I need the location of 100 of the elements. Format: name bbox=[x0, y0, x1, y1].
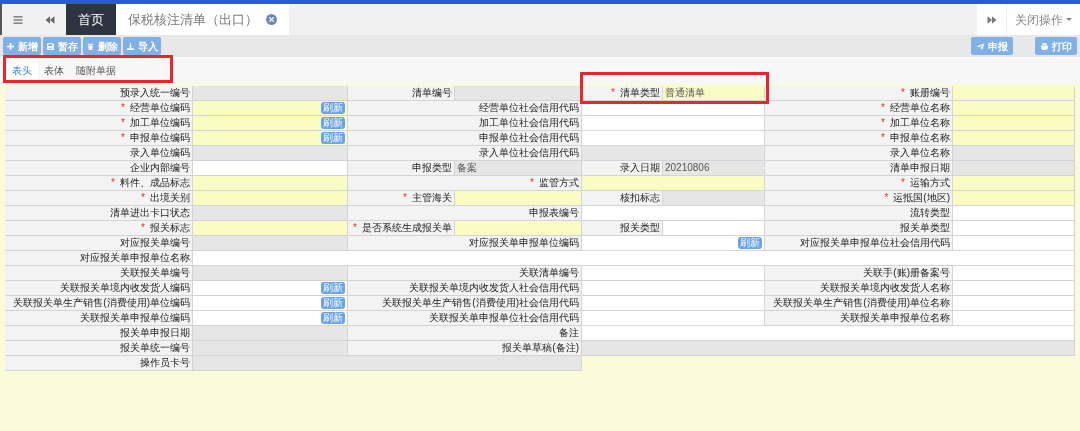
tab[interactable]: 首页 bbox=[66, 4, 116, 35]
toolbar-button[interactable]: 申报 bbox=[971, 37, 1013, 55]
toolbar-button[interactable]: 导入 bbox=[123, 37, 161, 55]
input-field[interactable] bbox=[953, 206, 1075, 221]
refresh-button[interactable]: 刷新 bbox=[321, 102, 345, 114]
input-field[interactable] bbox=[582, 326, 1075, 341]
input-field[interactable]: 刷新 bbox=[193, 101, 348, 116]
input-field[interactable] bbox=[582, 311, 765, 326]
input-field[interactable]: 20210806 bbox=[663, 161, 765, 176]
toolbar-button[interactable]: 新增 bbox=[3, 37, 41, 55]
refresh-button[interactable]: 刷新 bbox=[321, 312, 345, 324]
input-field[interactable] bbox=[663, 191, 765, 206]
tab[interactable]: 保税核注清单（出口） bbox=[116, 4, 289, 35]
field-label: 录入单位社会信用代码 bbox=[479, 148, 579, 158]
input-field[interactable] bbox=[193, 176, 348, 191]
input-field[interactable] bbox=[193, 251, 1075, 266]
field-label: 主管海关 bbox=[412, 193, 452, 203]
toolbar-button[interactable]: 暂存 bbox=[43, 37, 81, 55]
input-field[interactable] bbox=[582, 341, 1075, 356]
field-label: 关联报关单申报单位名称 bbox=[840, 313, 950, 323]
tab[interactable]: 表头 bbox=[6, 59, 38, 82]
input-field[interactable]: 备案 bbox=[455, 161, 582, 176]
input-field[interactable] bbox=[455, 221, 582, 236]
input-field[interactable] bbox=[953, 266, 1075, 281]
required-mark: * bbox=[403, 193, 407, 203]
tab[interactable]: 表体 bbox=[38, 59, 70, 82]
field-label: 监管方式 bbox=[539, 178, 579, 188]
input-field[interactable] bbox=[193, 206, 348, 221]
input-field[interactable]: 刷新 bbox=[582, 236, 765, 251]
toolbar-button[interactable]: 打印 bbox=[1035, 37, 1077, 55]
input-field[interactable] bbox=[953, 191, 1075, 206]
input-field[interactable] bbox=[582, 266, 765, 281]
field-label: 录入单位编码 bbox=[130, 148, 190, 158]
input-field[interactable] bbox=[953, 221, 1075, 236]
input-field[interactable] bbox=[582, 176, 765, 191]
field-label: 报关单统一编号 bbox=[120, 343, 190, 353]
input-field[interactable] bbox=[455, 86, 582, 101]
input-field[interactable] bbox=[953, 176, 1075, 191]
input-field[interactable] bbox=[663, 221, 765, 236]
required-mark: * bbox=[530, 178, 534, 188]
input-field[interactable] bbox=[193, 266, 348, 281]
input-field[interactable] bbox=[953, 116, 1075, 131]
input-field[interactable] bbox=[582, 146, 765, 161]
trash-icon bbox=[86, 41, 95, 51]
input-field[interactable] bbox=[582, 116, 765, 131]
input-field[interactable] bbox=[582, 206, 765, 221]
refresh-button[interactable]: 刷新 bbox=[738, 237, 762, 249]
field-label: 运抵国(地区) bbox=[893, 193, 950, 203]
input-field[interactable]: 刷新 bbox=[193, 281, 348, 296]
input-field[interactable]: 刷新 bbox=[193, 296, 348, 311]
field-label: 申报单位名称 bbox=[890, 133, 950, 143]
field-label: 关联报关单生产销售(消费使用)单位编码 bbox=[13, 298, 190, 308]
input-field[interactable] bbox=[953, 131, 1075, 146]
field-label: 申报单位社会信用代码 bbox=[479, 133, 579, 143]
input-field[interactable] bbox=[953, 101, 1075, 116]
field-label: 清单申报日期 bbox=[890, 163, 950, 173]
input-field[interactable]: 刷新 bbox=[193, 116, 348, 131]
input-field[interactable] bbox=[582, 296, 765, 311]
input-field[interactable] bbox=[953, 311, 1075, 326]
input-field[interactable] bbox=[193, 146, 348, 161]
required-mark: * bbox=[121, 133, 125, 143]
required-mark: * bbox=[141, 223, 145, 233]
required-mark: * bbox=[884, 193, 889, 203]
tab[interactable]: 随附单据 bbox=[70, 59, 122, 82]
input-field[interactable] bbox=[193, 326, 348, 341]
input-field[interactable] bbox=[193, 221, 348, 236]
close-icon[interactable] bbox=[266, 14, 277, 25]
input-field[interactable] bbox=[953, 281, 1075, 296]
input-field[interactable] bbox=[582, 131, 765, 146]
field-label: 录入日期 bbox=[620, 163, 660, 173]
input-field[interactable] bbox=[193, 341, 348, 356]
field-label: 加工单位编码 bbox=[130, 118, 190, 128]
toolbar-button[interactable]: 删除 bbox=[83, 37, 121, 55]
field-label: 出境关别 bbox=[150, 193, 190, 203]
refresh-button[interactable]: 刷新 bbox=[321, 117, 345, 129]
refresh-button[interactable]: 刷新 bbox=[321, 132, 345, 144]
input-field[interactable]: 刷新 bbox=[193, 131, 348, 146]
refresh-button[interactable]: 刷新 bbox=[321, 282, 345, 294]
input-field[interactable] bbox=[953, 86, 1075, 101]
input-field[interactable]: 普通清单 bbox=[663, 86, 765, 101]
scroll-right-button[interactable] bbox=[977, 4, 1007, 35]
required-mark: * bbox=[121, 103, 125, 113]
input-field[interactable] bbox=[193, 356, 582, 371]
input-field[interactable] bbox=[953, 146, 1075, 161]
input-field[interactable] bbox=[582, 281, 765, 296]
input-field[interactable] bbox=[193, 236, 348, 251]
input-field[interactable] bbox=[193, 161, 348, 176]
input-field[interactable] bbox=[953, 161, 1075, 176]
refresh-button[interactable]: 刷新 bbox=[321, 297, 345, 309]
input-field[interactable] bbox=[193, 86, 348, 101]
input-field[interactable] bbox=[953, 296, 1075, 311]
field-label: 关联手(账)册备案号 bbox=[863, 268, 950, 278]
field-label: 关联清单编号 bbox=[519, 268, 579, 278]
field-label: 经营单位编码 bbox=[130, 103, 190, 113]
input-field[interactable] bbox=[193, 191, 348, 206]
input-field[interactable]: 刷新 bbox=[193, 311, 348, 326]
input-field[interactable] bbox=[455, 191, 582, 206]
close-operations-dropdown[interactable]: 关闭操作 bbox=[1007, 4, 1080, 35]
floppy-icon bbox=[46, 41, 55, 51]
input-field[interactable] bbox=[953, 236, 1075, 251]
